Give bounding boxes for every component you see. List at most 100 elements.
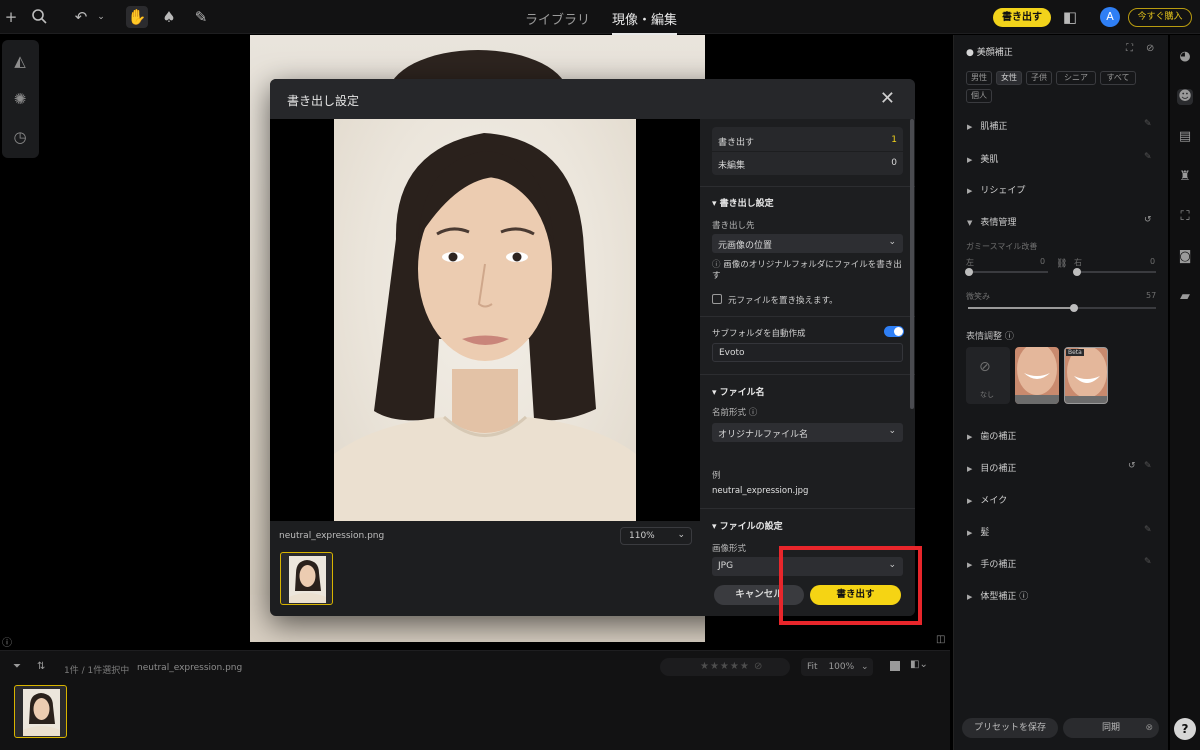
history-icon[interactable]: ◷: [11, 128, 29, 146]
left-slider-track[interactable]: [968, 271, 1048, 273]
sync-settings-icon[interactable]: ⊗: [1145, 718, 1153, 738]
tag-individual[interactable]: 個人: [966, 89, 992, 103]
right-slider-track[interactable]: [1076, 271, 1156, 273]
preview-zoom-select[interactable]: 110% ⌄: [620, 527, 692, 545]
crop-icon[interactable]: ⛶: [1177, 209, 1193, 225]
edit-icon[interactable]: ✎: [1144, 152, 1152, 162]
section-eyes[interactable]: ▶ 目の補正: [967, 461, 1016, 474]
section-body[interactable]: ▶ 体型補正 ⓘ: [967, 589, 1028, 602]
right-icon-rail: ◕ ☻ ▤ ♜ ⛶ ◙ ▰ ?: [1170, 35, 1200, 750]
face-detect-icon[interactable]: ⛶: [1126, 43, 1133, 54]
filmstrip-zoom-value[interactable]: 100%: [828, 662, 854, 672]
expression-none-option[interactable]: ⊘ なし: [966, 347, 1010, 404]
chevron-down-icon[interactable]: ⌄: [92, 8, 110, 26]
edit-icon[interactable]: ✎: [1144, 525, 1152, 535]
reset-icon[interactable]: ↺: [1144, 215, 1152, 225]
reset-icon[interactable]: ↺: [1128, 461, 1136, 471]
edit-icon[interactable]: ✎: [1144, 119, 1152, 129]
section-teeth[interactable]: ▶ 歯の補正: [967, 429, 1016, 442]
background-icon[interactable]: ▤: [1177, 129, 1193, 145]
avatar[interactable]: A: [1100, 7, 1120, 27]
save-preset-button[interactable]: プリセットを保存: [962, 718, 1058, 738]
example-label: 例: [712, 471, 721, 481]
link-icon[interactable]: ⊘: [1146, 43, 1154, 54]
info-icon[interactable]: ⓘ: [2, 634, 12, 649]
right-slider-knob[interactable]: [1073, 268, 1081, 276]
chevron-down-icon: ⌄: [888, 426, 896, 436]
auto-adjust-icon[interactable]: ◭: [11, 52, 29, 70]
camera-icon[interactable]: ◙: [1177, 249, 1193, 265]
section-hands[interactable]: ▶ 手の補正: [967, 557, 1016, 570]
face-retouch-icon[interactable]: ☻: [1177, 89, 1193, 105]
filmstrip-filename: neutral_expression.png: [137, 663, 243, 673]
palette-icon[interactable]: ◕: [1177, 49, 1193, 65]
brush-tool-icon[interactable]: ✎: [192, 8, 210, 26]
fit-label[interactable]: Fit: [807, 662, 818, 672]
single-view-icon[interactable]: [890, 661, 900, 671]
section-makeup[interactable]: ▶ メイク: [967, 493, 1007, 506]
export-section-header[interactable]: ▾ 書き出し設定: [712, 196, 774, 209]
export-settings-panel: 書き出す 1 未編集 0 ▾ 書き出し設定 書き出し先 元画像の位置 ⌄ ⓘ 画…: [700, 119, 915, 616]
filter-icon[interactable]: ⏷: [13, 661, 21, 672]
tag-male[interactable]: 男性: [966, 71, 992, 85]
summary-unedited-count: 0: [891, 158, 897, 168]
preview-thumbnail[interactable]: [280, 552, 333, 605]
search-icon[interactable]: [30, 8, 48, 26]
file-settings-section-header[interactable]: ▾ ファイルの設定: [712, 519, 783, 532]
hand-tool-icon[interactable]: ✋: [126, 6, 148, 28]
tag-senior[interactable]: シニア: [1056, 71, 1096, 85]
sort-icon[interactable]: ⇅: [37, 661, 45, 672]
sync-button[interactable]: 同期 ⊗: [1063, 718, 1159, 738]
overwrite-checkbox[interactable]: [712, 294, 722, 304]
add-icon[interactable]: +: [2, 8, 20, 26]
left-slider-knob[interactable]: [965, 268, 973, 276]
stamp-tool-icon[interactable]: ♠: [160, 8, 178, 26]
tag-female[interactable]: 女性: [996, 71, 1022, 85]
smile-slider-knob[interactable]: [1070, 304, 1078, 312]
section-beauty-skin[interactable]: ▶ 美肌: [967, 152, 998, 165]
zoom-control[interactable]: Fit 100% ⌄: [801, 658, 873, 676]
tag-all[interactable]: すべて: [1100, 71, 1136, 85]
top-toolbar: + ↶ ⌄ ✋ ♠ ✎ ライブラリ 現像・編集 書き出す ◧ A 今すぐ購入: [0, 0, 1200, 35]
none-label: なし: [980, 391, 994, 399]
tag-child[interactable]: 子供: [1026, 71, 1052, 85]
filename-section-header[interactable]: ▾ ファイル名: [712, 385, 765, 398]
tab-library[interactable]: ライブラリ: [525, 9, 590, 28]
filmstrip-thumbnail[interactable]: [14, 685, 67, 738]
panel-toggle-icon[interactable]: ◫: [936, 634, 945, 645]
folder-icon[interactable]: ▰: [1177, 289, 1193, 305]
destination-value: 元画像の位置: [718, 241, 773, 251]
help-icon[interactable]: ?: [1174, 718, 1196, 740]
section-hair[interactable]: ▶ 髪: [967, 525, 989, 538]
section-expression[interactable]: ▼ 表情管理: [967, 215, 1016, 228]
clothing-icon[interactable]: ♜: [1177, 169, 1193, 185]
chevron-down-icon: ⌄: [888, 237, 896, 247]
rating-stars[interactable]: ★★★★★ ⊘: [660, 658, 790, 676]
compare-icon[interactable]: ◧: [1061, 8, 1079, 26]
edit-icon[interactable]: ✎: [1144, 461, 1152, 471]
settings-scrollbar[interactable]: [910, 119, 914, 409]
expression-smile-option[interactable]: [1015, 347, 1059, 404]
preview-zoom-value: 110%: [629, 531, 655, 541]
close-icon[interactable]: ✕: [880, 88, 895, 109]
tab-develop-edit[interactable]: 現像・編集: [612, 9, 678, 35]
section-reshape[interactable]: ▶ リシェイプ: [967, 183, 1025, 196]
edit-icon[interactable]: ✎: [1144, 557, 1152, 567]
subfolder-name-input[interactable]: Evoto: [712, 343, 903, 362]
top-export-button[interactable]: 書き出す: [993, 8, 1051, 27]
sync-label: 同期: [1101, 723, 1120, 733]
destination-select[interactable]: 元画像の位置 ⌄: [712, 234, 903, 253]
undo-icon[interactable]: ↶: [72, 8, 90, 26]
light-icon[interactable]: ✺: [11, 90, 29, 108]
buy-now-button[interactable]: 今すぐ購入: [1128, 8, 1192, 27]
summary-export-label: 書き出す: [718, 138, 755, 148]
compare-view-icon[interactable]: ◧⌄: [910, 659, 928, 670]
name-format-label: 名前形式 ⓘ: [712, 408, 758, 418]
section-skin-correction[interactable]: ▶ 肌補正: [967, 119, 1007, 132]
name-format-select[interactable]: オリジナルファイル名 ⌄: [712, 423, 903, 442]
link-icon[interactable]: ⛓: [1056, 259, 1067, 269]
subfolder-toggle[interactable]: [884, 326, 904, 337]
filmstrip-bar: ⏷ ⇅ 1件 / 1件選択中 neutral_expression.png ★★…: [0, 650, 950, 750]
face-icon: ●: [966, 48, 974, 58]
expression-grin-option[interactable]: Beta: [1064, 347, 1108, 404]
